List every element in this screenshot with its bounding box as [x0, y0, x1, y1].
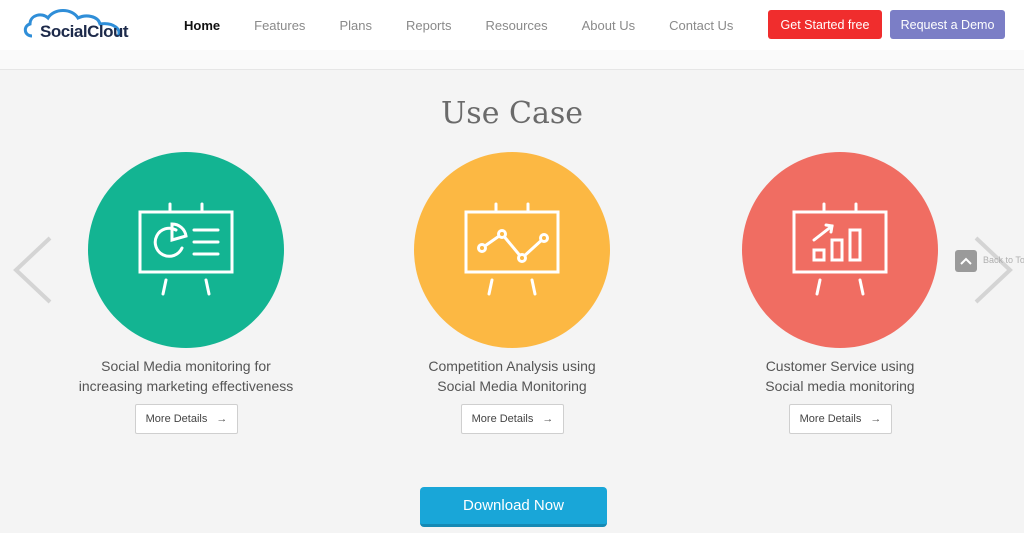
- line-graph-board-icon: [464, 202, 560, 296]
- nav-home[interactable]: Home: [184, 18, 220, 33]
- more-details-label: More Details: [471, 413, 534, 425]
- request-demo-button[interactable]: Request a Demo: [890, 10, 1005, 39]
- more-details-button[interactable]: More Details →: [135, 404, 238, 434]
- more-details-label: More Details: [799, 413, 862, 425]
- arrow-right-icon: →: [216, 413, 228, 425]
- get-started-button[interactable]: Get Started free: [768, 10, 882, 39]
- arrow-right-icon: →: [542, 413, 554, 425]
- use-case-line-2: Social media monitoring: [765, 378, 915, 394]
- use-case-line-1: Customer Service using: [765, 358, 915, 374]
- use-case-description: Competition Analysis using Social Media …: [382, 356, 642, 396]
- main-nav: Home Features Plans Reports Resources Ab…: [184, 0, 767, 50]
- use-case-card-customer-service: Customer Service using Social media moni…: [710, 152, 970, 442]
- arrow-right-icon: →: [870, 413, 882, 425]
- carousel-prev-button[interactable]: [10, 234, 58, 306]
- nav-contact-us[interactable]: Contact Us: [669, 18, 733, 33]
- nav-features[interactable]: Features: [254, 18, 305, 33]
- use-case-description: Social Media monitoring for increasing m…: [56, 356, 316, 396]
- download-now-button[interactable]: Download Now: [420, 487, 607, 527]
- use-case-description: Customer Service using Social media moni…: [710, 356, 970, 396]
- use-case-line-1: Social Media monitoring for: [101, 358, 271, 374]
- use-case-line-2: Social Media Monitoring: [437, 378, 587, 394]
- use-case-card-marketing: Social Media monitoring for increasing m…: [56, 152, 316, 442]
- pie-chart-board-icon: [138, 202, 234, 296]
- chevron-left-icon: [13, 236, 52, 304]
- back-to-top-label: Back to Top: [983, 255, 1024, 265]
- bar-chart-board-icon: [792, 202, 888, 296]
- use-case-line-1: Competition Analysis using: [428, 358, 596, 374]
- header-band: [0, 50, 1024, 70]
- site-header: SocialClout Home Features Plans Reports …: [0, 0, 1024, 50]
- nav-reports[interactable]: Reports: [406, 18, 452, 33]
- logo-text: SocialClout: [40, 22, 129, 41]
- use-case-icon-circle: [742, 152, 938, 348]
- logo[interactable]: SocialClout: [22, 6, 134, 44]
- use-case-icon-circle: [88, 152, 284, 348]
- more-details-button[interactable]: More Details →: [789, 404, 892, 434]
- nav-about-us[interactable]: About Us: [582, 18, 635, 33]
- more-details-button[interactable]: More Details →: [461, 404, 564, 434]
- nav-plans[interactable]: Plans: [339, 18, 372, 33]
- use-case-line-2: increasing marketing effectiveness: [78, 378, 294, 394]
- use-case-card-competition: Competition Analysis using Social Media …: [382, 152, 642, 442]
- more-details-label: More Details: [145, 413, 208, 425]
- nav-resources[interactable]: Resources: [486, 18, 548, 33]
- use-case-icon-circle: [414, 152, 610, 348]
- section-title: Use Case: [441, 96, 583, 131]
